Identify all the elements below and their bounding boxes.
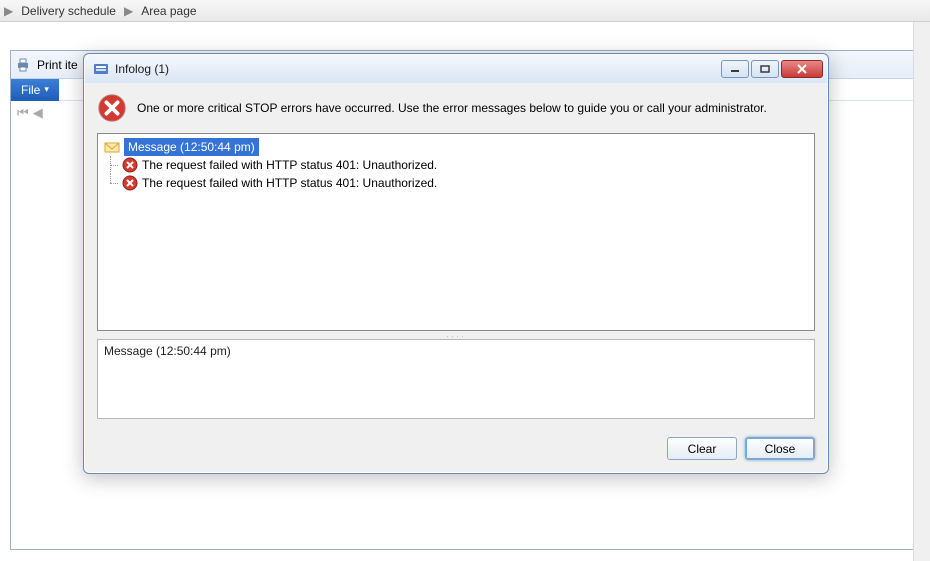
detail-text: Message (12:50:44 pm) bbox=[104, 344, 231, 358]
chevron-down-icon: ▾ bbox=[44, 84, 49, 95]
dialog-summary-row: One or more critical STOP errors have oc… bbox=[97, 93, 815, 123]
minimize-button[interactable] bbox=[721, 60, 749, 78]
titlebar[interactable]: Infolog (1) bbox=[85, 55, 827, 83]
tree-item-label: The request failed with HTTP status 401:… bbox=[142, 174, 437, 192]
maximize-button[interactable] bbox=[751, 60, 779, 78]
breadcrumb-item[interactable]: Delivery schedule bbox=[21, 4, 116, 18]
print-icon[interactable] bbox=[15, 57, 31, 73]
dialog-body: One or more critical STOP errors have oc… bbox=[85, 83, 827, 472]
tree-item[interactable]: The request failed with HTTP status 401:… bbox=[102, 174, 810, 192]
tree-item[interactable]: The request failed with HTTP status 401:… bbox=[102, 156, 810, 174]
tree-root[interactable]: Message (12:50:44 pm) bbox=[102, 138, 810, 156]
splitter-handle[interactable]: ···· bbox=[97, 331, 815, 339]
window-controls bbox=[721, 60, 823, 78]
dialog-buttons: Clear Close bbox=[97, 437, 815, 460]
detail-panel[interactable]: Message (12:50:44 pm) bbox=[97, 339, 815, 419]
breadcrumb-item[interactable]: Area page bbox=[141, 4, 196, 18]
chevron-right-icon: ▶ bbox=[4, 4, 13, 18]
envelope-icon bbox=[104, 139, 120, 155]
tree-root-label: Message (12:50:44 pm) bbox=[124, 138, 259, 156]
clear-button[interactable]: Clear bbox=[667, 437, 737, 460]
app-icon bbox=[93, 61, 109, 77]
close-window-button[interactable] bbox=[781, 60, 823, 78]
stop-error-icon bbox=[97, 93, 127, 123]
nav-first-icon[interactable]: ⏮ bbox=[17, 105, 29, 121]
tree-item-label: The request failed with HTTP status 401:… bbox=[142, 156, 437, 174]
breadcrumb: ▶ Delivery schedule ▶ Area page bbox=[0, 0, 930, 22]
infolog-dialog: Infolog (1) One or more critical STOP bbox=[83, 53, 829, 474]
dialog-title: Infolog (1) bbox=[115, 62, 721, 76]
file-menu-label: File bbox=[21, 83, 40, 97]
error-icon bbox=[122, 157, 138, 173]
error-icon bbox=[122, 175, 138, 191]
message-tree[interactable]: Message (12:50:44 pm) The request failed… bbox=[97, 133, 815, 331]
print-label[interactable]: Print ite bbox=[37, 58, 78, 72]
dialog-summary-text: One or more critical STOP errors have oc… bbox=[137, 101, 815, 115]
nav-prev-icon[interactable]: ◀ bbox=[33, 105, 43, 121]
vertical-scrollbar[interactable] bbox=[913, 22, 930, 561]
chevron-right-icon: ▶ bbox=[124, 4, 133, 18]
file-menu-button[interactable]: File ▾ bbox=[11, 79, 59, 101]
close-button[interactable]: Close bbox=[745, 437, 815, 460]
